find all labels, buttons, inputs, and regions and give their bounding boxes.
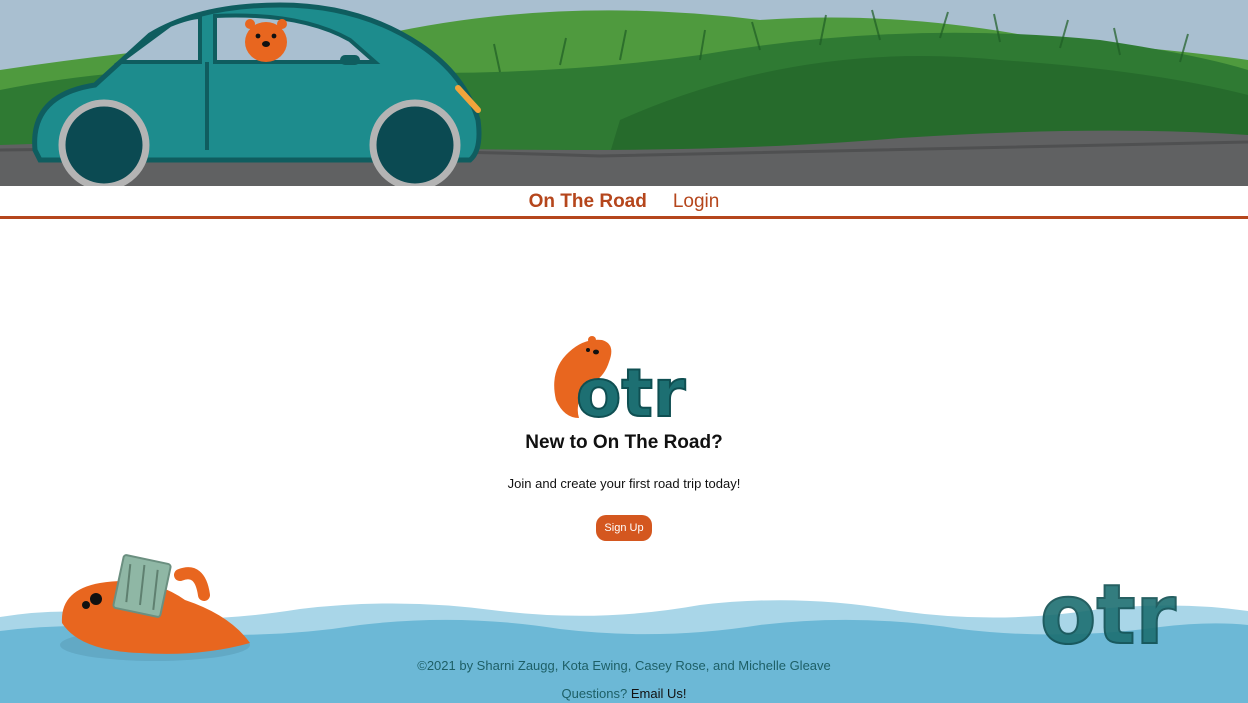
footer-questions-label: Questions?	[561, 686, 628, 701]
hero-section: otr New to On The Road? Join and create …	[0, 330, 1248, 541]
footer-otr-logo-text: otr	[1040, 568, 1177, 663]
site-footer: ©2021 by Sharni Zaugg, Kota Ewing, Casey…	[0, 658, 1248, 701]
nav-home-link[interactable]: On The Road	[529, 191, 647, 213]
footer-credits: ©2021 by Sharni Zaugg, Kota Ewing, Casey…	[417, 658, 831, 673]
hero-subtext: Join and create your first road trip tod…	[507, 476, 741, 491]
header-banner	[0, 0, 1248, 186]
nav-login-link[interactable]: Login	[673, 191, 720, 213]
otter-driver-illustration	[245, 19, 287, 62]
svg-text:otr: otr	[576, 355, 686, 426]
otter-with-map-illustration	[60, 554, 251, 661]
email-us-link[interactable]: Email Us!	[631, 686, 687, 701]
footer-questions-line: Questions? Email Us!	[0, 686, 1248, 701]
top-navbar: On The Road Login	[0, 186, 1248, 219]
road-trip-illustration	[0, 0, 1248, 186]
sign-up-button[interactable]: Sign Up	[596, 515, 652, 541]
otr-logo-icon: otr	[554, 336, 687, 426]
hero-headline: New to On The Road?	[525, 432, 723, 453]
